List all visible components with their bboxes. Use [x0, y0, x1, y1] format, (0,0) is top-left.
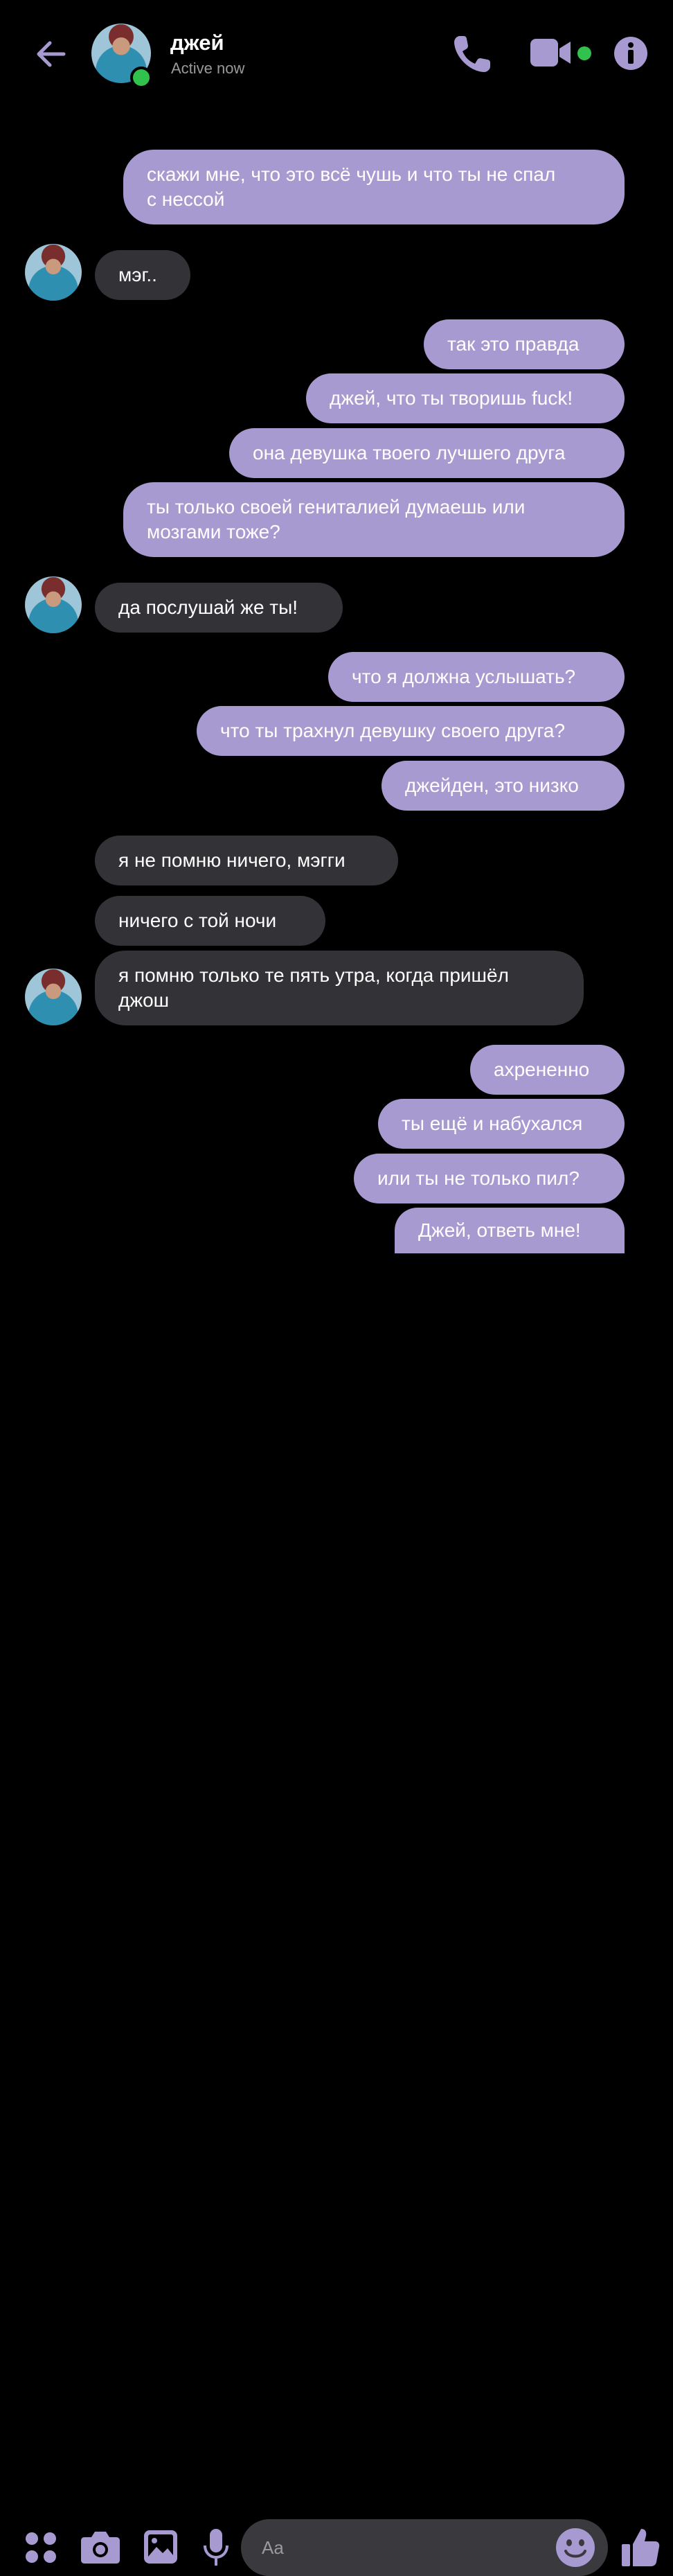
contact-name[interactable]: джей — [170, 30, 224, 55]
phone-call-icon[interactable] — [450, 32, 494, 76]
composer-bar — [0, 1254, 673, 2576]
contact-avatar-small[interactable] — [25, 969, 82, 1025]
message-bubble-outgoing[interactable]: или ты не только пил? — [354, 1154, 625, 1203]
back-arrow-icon[interactable] — [32, 35, 71, 73]
microphone-icon[interactable] — [202, 2528, 230, 2568]
contact-avatar-small[interactable] — [25, 576, 82, 633]
message-bubble-outgoing[interactable]: что ты трахнул девушку своего друга? — [197, 706, 625, 756]
emoji-icon[interactable] — [555, 2528, 595, 2568]
message-bubble-incoming[interactable]: я помню только те пять утра, когда пришё… — [95, 951, 584, 1025]
message-bubble-incoming[interactable]: я не помню ничего, мэгги — [95, 836, 398, 885]
message-bubble-outgoing[interactable]: она девушка твоего лучшего друга — [229, 428, 625, 478]
active-status-dot — [130, 67, 152, 89]
message-bubble-incoming[interactable]: мэг.. — [95, 250, 190, 300]
video-active-dot — [577, 46, 591, 60]
info-icon[interactable] — [613, 36, 648, 71]
message-bubble-outgoing[interactable]: джейден, это низко — [382, 761, 625, 811]
message-bubble-outgoing[interactable]: ахрененно — [470, 1045, 625, 1095]
message-bubble-outgoing[interactable]: скажи мне, что это всё чушь и что ты не … — [123, 150, 625, 224]
contact-avatar-small[interactable] — [25, 244, 82, 301]
message-bubble-incoming[interactable]: ничего с той ночи — [95, 896, 325, 946]
contact-status: Active now — [171, 60, 245, 77]
camera-icon[interactable] — [80, 2529, 120, 2565]
video-call-icon[interactable] — [529, 36, 573, 69]
thumbs-up-icon[interactable] — [620, 2526, 661, 2568]
message-bubble-incoming[interactable]: да послушай же ты! — [95, 583, 343, 633]
message-input[interactable] — [241, 2519, 608, 2576]
apps-icon[interactable] — [24, 2530, 58, 2565]
message-bubble-outgoing[interactable]: ты только своей гениталией думаешь или м… — [123, 482, 625, 557]
message-bubble-outgoing[interactable]: что я должна услышать? — [328, 652, 625, 702]
message-bubble-outgoing[interactable]: ты ещё и набухался — [378, 1099, 625, 1149]
message-bubble-outgoing[interactable]: джей, что ты творишь fuck! — [306, 373, 625, 423]
gallery-icon[interactable] — [143, 2529, 179, 2565]
message-bubble-outgoing[interactable]: так это правда — [424, 319, 625, 369]
message-bubble-outgoing[interactable]: Джей, ответь мне! — [395, 1208, 625, 1253]
chat-header: джей Active now — [0, 0, 673, 111]
